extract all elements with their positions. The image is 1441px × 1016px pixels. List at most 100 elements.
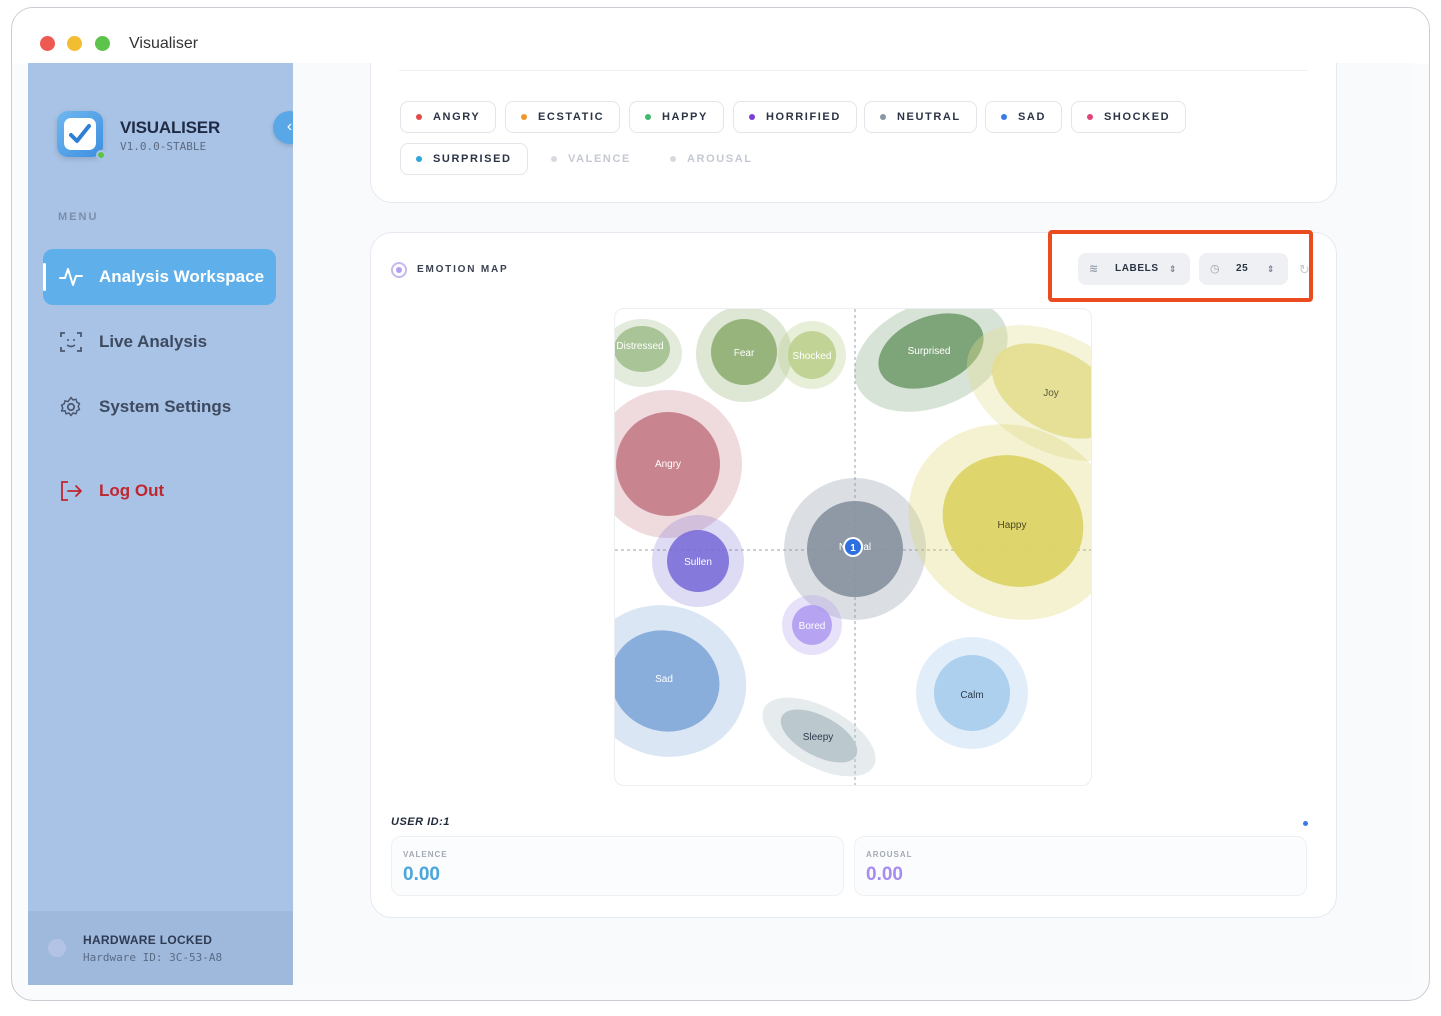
region-calm: Calm — [916, 637, 1028, 749]
sidebar-item-label: System Settings — [99, 397, 232, 416]
valence-panel: VALENCE 0.00 — [391, 836, 844, 896]
region-label: Sullen — [684, 557, 712, 568]
emotion-map-card: EMOTION MAP ≋ LABELS ⇕ ◷ 25 ⇕ ↻ Distress… — [370, 232, 1337, 918]
region-label: Calm — [960, 690, 983, 701]
color-dot — [416, 114, 422, 120]
app-logo — [57, 111, 106, 160]
region-bored: Bored — [782, 595, 842, 655]
hardware-lock-title: HARDWARE LOCKED — [83, 933, 213, 947]
region-fear: Fear — [696, 309, 792, 402]
brand-version: V1.0.0-STABLE — [120, 140, 207, 153]
color-dot — [880, 114, 886, 120]
emotion-map-svg: Distressed Fear Shocked Surprised Joy An… — [615, 309, 1091, 785]
region-shocked: Shocked — [778, 321, 846, 389]
logout-label: Log Out — [99, 481, 165, 500]
color-dot — [670, 156, 676, 162]
region-label: Angry — [655, 459, 681, 470]
region-label: Distressed — [616, 341, 663, 352]
annotation-highlight-box — [1048, 230, 1313, 302]
chevron-left-icon: ‹ — [286, 118, 293, 135]
sidebar-item-analysis-workspace[interactable]: Analysis Workspace — [43, 249, 276, 305]
valence-label: VALENCE — [403, 850, 448, 859]
close-window-button[interactable] — [40, 36, 55, 51]
region-sleepy: Sleepy — [762, 697, 876, 777]
brand-name: VISUALISER — [120, 118, 221, 137]
divider — [399, 70, 1308, 71]
filter-chip-surprised[interactable]: SURPRISED — [400, 143, 528, 175]
hardware-lock-panel: HARDWARE LOCKED Hardware ID: 3C-53-A8 — [28, 911, 293, 985]
region-sad: Sad — [615, 605, 747, 757]
user-marker-label: 1 — [850, 543, 856, 554]
check-icon — [69, 124, 91, 143]
sidebar-item-live-analysis[interactable]: Live Analysis — [43, 314, 276, 370]
chip-label: AROUSAL — [687, 153, 753, 165]
lock-icon — [48, 939, 66, 957]
color-dot — [1001, 114, 1007, 120]
sidebar-item-system-settings[interactable]: System Settings — [43, 379, 276, 435]
chip-label: SURPRISED — [433, 153, 512, 165]
target-icon — [391, 262, 407, 278]
user-marker[interactable]: 1 — [843, 537, 863, 557]
logout-button[interactable]: Log Out — [43, 463, 276, 519]
online-status-dot — [96, 150, 106, 160]
minimize-window-button[interactable] — [67, 36, 82, 51]
emotion-map-plot[interactable]: Distressed Fear Shocked Surprised Joy An… — [614, 308, 1092, 786]
collapse-sidebar-button[interactable]: ‹ — [273, 111, 293, 144]
filter-chip-neutral[interactable]: NEUTRAL — [864, 101, 977, 133]
sidebar: VISUALISER V1.0.0-STABLE ‹ MENU Analysis… — [28, 63, 293, 985]
title-bar: Visualiser — [12, 8, 1429, 64]
filter-chip-valence[interactable]: VALENCE — [535, 143, 647, 175]
region-sullen: Sullen — [652, 515, 744, 607]
filter-card: ANGRY ECSTATIC HAPPY HORRIFIED NEUTRAL S… — [370, 63, 1337, 203]
filter-chip-horrified[interactable]: HORRIFIED — [733, 101, 857, 133]
chip-label: HORRIFIED — [766, 111, 841, 123]
chip-label: VALENCE — [568, 153, 631, 165]
gear-icon — [60, 396, 81, 417]
chip-label: ANGRY — [433, 111, 481, 123]
filter-chip-happy[interactable]: HAPPY — [629, 101, 724, 133]
main-content: ANGRY ECSTATIC HAPPY HORRIFIED NEUTRAL S… — [293, 63, 1414, 985]
chip-label: HAPPY — [662, 111, 708, 123]
menu-label: MENU — [58, 211, 99, 223]
color-dot — [645, 114, 651, 120]
filter-chip-shocked[interactable]: SHOCKED — [1071, 101, 1187, 133]
region-label: Bored — [799, 621, 826, 632]
window-title: Visualiser — [129, 35, 199, 52]
user-status-dot — [1303, 821, 1308, 826]
region-label: Sad — [655, 674, 673, 685]
color-dot — [521, 114, 527, 120]
filter-chip-ecstatic[interactable]: ECSTATIC — [505, 101, 621, 133]
arousal-value: 0.00 — [866, 864, 903, 885]
color-dot — [1087, 114, 1093, 120]
arousal-label: AROUSAL — [866, 850, 913, 859]
emotion-map-title: EMOTION MAP — [417, 264, 509, 275]
user-id-label: USER ID:1 — [391, 816, 450, 828]
valence-value: 0.00 — [403, 864, 440, 885]
app-window: Visualiser VISUALISER V1.0.0-STABLE ‹ ME… — [11, 7, 1430, 1001]
logout-icon — [61, 481, 82, 501]
chip-label: ECSTATIC — [538, 111, 605, 123]
chip-label: SAD — [1018, 111, 1047, 123]
filter-chip-sad[interactable]: SAD — [985, 101, 1063, 133]
color-dot — [749, 114, 755, 120]
region-label: Happy — [998, 520, 1027, 531]
chip-label: NEUTRAL — [897, 111, 961, 123]
face-scan-icon — [60, 332, 82, 352]
zoom-window-button[interactable] — [95, 36, 110, 51]
filter-chip-arousal[interactable]: AROUSAL — [654, 143, 769, 175]
chip-label: SHOCKED — [1104, 111, 1171, 123]
region-label: Surprised — [908, 346, 951, 357]
sidebar-item-label: Analysis Workspace — [99, 267, 265, 286]
hardware-id: Hardware ID: 3C-53-A8 — [83, 951, 223, 964]
region-distressed: Distressed — [615, 319, 682, 387]
arousal-panel: AROUSAL 0.00 — [854, 836, 1307, 896]
color-dot — [551, 156, 557, 162]
color-dot — [416, 156, 422, 162]
activity-icon — [59, 268, 83, 286]
region-angry: Angry — [615, 390, 742, 538]
filter-chip-angry[interactable]: ANGRY — [400, 101, 497, 133]
region-label: Shocked — [793, 351, 832, 362]
region-label: Joy — [1043, 388, 1059, 399]
sidebar-item-label: Live Analysis — [99, 332, 208, 351]
region-label: Sleepy — [803, 732, 834, 743]
